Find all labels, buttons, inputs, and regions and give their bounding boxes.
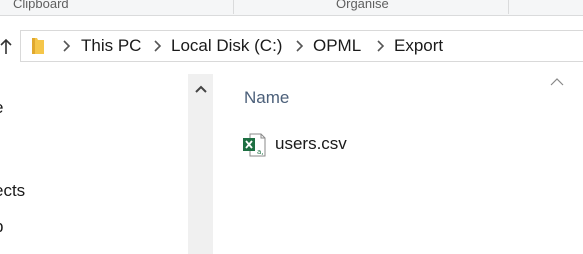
file-list-item[interactable]: a, users.csv	[242, 129, 422, 159]
nav-pane-item[interactable]: p	[0, 217, 3, 237]
scroll-up-icon[interactable]	[194, 84, 208, 94]
breadcrumb-opml[interactable]: OPML	[313, 36, 361, 56]
svg-text:a,: a,	[257, 148, 264, 156]
navigation-row: This PC Local Disk (C:) OPML Export	[0, 16, 583, 74]
nav-pane-item[interactable]: e	[0, 98, 3, 118]
navigation-pane-scrollbar[interactable]	[188, 74, 213, 254]
chevron-right-icon[interactable]	[152, 39, 162, 53]
address-bar[interactable]: This PC Local Disk (C:) OPML Export	[20, 30, 583, 62]
nav-pane-item[interactable]: ects	[0, 181, 25, 201]
breadcrumb-local-disk[interactable]: Local Disk (C:)	[171, 36, 282, 56]
breadcrumb-export[interactable]: Export	[394, 36, 443, 56]
ribbon-group-organise: Organise	[336, 0, 389, 11]
file-list-pane: Name a, users.csv	[214, 74, 583, 254]
file-name: users.csv	[275, 134, 347, 153]
up-button[interactable]	[0, 35, 12, 59]
ribbon-group-labels: Clipboard Organise	[0, 0, 583, 16]
chevron-right-icon[interactable]	[375, 39, 385, 53]
arrow-up-icon	[0, 38, 12, 54]
excel-csv-icon: a,	[243, 133, 266, 157]
ribbon-group-clipboard: Clipboard	[13, 0, 69, 11]
chevron-right-icon[interactable]	[294, 39, 304, 53]
chevron-right-icon[interactable]	[61, 39, 71, 53]
column-header-name[interactable]: Name	[244, 88, 289, 108]
breadcrumb-this-pc[interactable]: This PC	[81, 36, 141, 56]
ribbon-divider	[233, 0, 234, 14]
ribbon-divider	[508, 0, 509, 14]
folder-icon	[32, 38, 44, 54]
navigation-pane: e ects p	[0, 74, 188, 254]
sort-ascending-icon	[550, 78, 564, 86]
